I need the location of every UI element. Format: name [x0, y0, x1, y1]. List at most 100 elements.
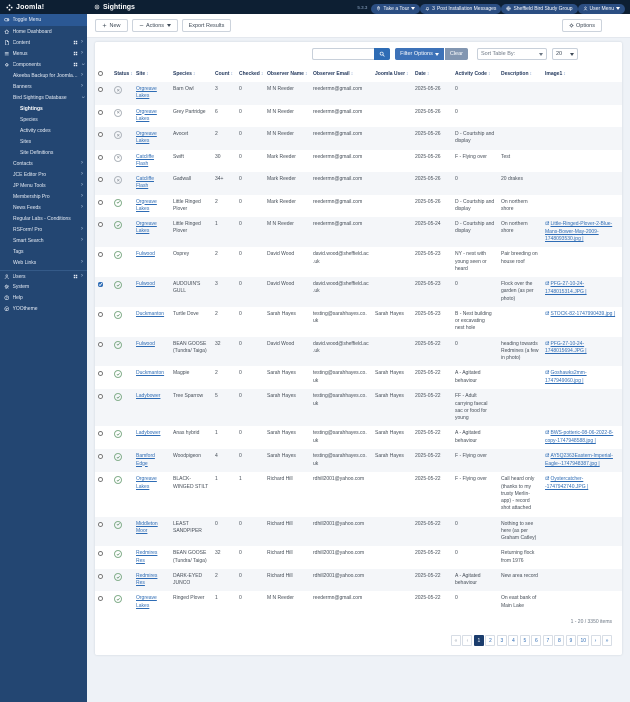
image-link[interactable]: BWS-potteric-08-06-2022-8-copy-174794858…: [545, 430, 613, 444]
options-button[interactable]: Options: [562, 19, 602, 32]
image-link[interactable]: PFG-27-10-24-1748015694.JPG |: [545, 341, 587, 355]
row-checkbox[interactable]: [98, 596, 103, 601]
column-header-joomla-user[interactable]: Joomla User↕: [372, 66, 412, 82]
sidebar-item-rsform-pro[interactable]: RSForm! Pro›: [0, 224, 87, 235]
select-all-checkbox[interactable]: [98, 71, 103, 76]
row-checkbox[interactable]: [98, 477, 103, 482]
sidebar-item-contacts[interactable]: Contacts›: [0, 158, 87, 169]
row-checkbox[interactable]: [98, 110, 103, 115]
image-link[interactable]: STOCK-82-1747990439.jpg |: [545, 311, 615, 317]
row-checkbox[interactable]: [98, 282, 103, 287]
status-published-icon[interactable]: [114, 221, 122, 229]
row-checkbox[interactable]: [98, 342, 103, 347]
site-link[interactable]: Orgreave Lakes: [136, 199, 157, 212]
page-button-4[interactable]: 4: [508, 635, 518, 646]
filter-options-button[interactable]: Filter Options: [395, 48, 444, 60]
site-link[interactable]: Orgreave Lakes: [136, 476, 157, 489]
take-a-tour-pill[interactable]: Take a Tour: [371, 4, 420, 14]
row-checkbox[interactable]: [98, 312, 103, 317]
status-published-icon[interactable]: [114, 453, 122, 461]
image-link[interactable]: AY5Q2363Eastern-Imperial-Eagle--17479483…: [545, 453, 613, 467]
image-link[interactable]: Goshawks2mm-1747949060.jpg |: [545, 370, 587, 384]
sidebar-item-smart-search[interactable]: Smart Search›: [0, 235, 87, 246]
site-link[interactable]: Bamford Edge: [136, 453, 155, 466]
row-checkbox[interactable]: [98, 574, 103, 579]
row-checkbox[interactable]: [98, 200, 103, 205]
row-checkbox[interactable]: [98, 394, 103, 399]
image-link[interactable]: Oystercatcher--1747942740.JPG |: [545, 476, 588, 490]
page-size-select[interactable]: 20: [552, 48, 578, 60]
sidebar-item-menus[interactable]: Menus›: [0, 48, 87, 59]
status-published-icon[interactable]: [114, 281, 122, 289]
column-header-observer-name[interactable]: Observer Name↕: [264, 66, 310, 82]
column-header-species[interactable]: Species↕: [170, 66, 212, 82]
sidebar-item-jp-menu-tools[interactable]: JP Menu Tools›: [0, 180, 87, 191]
sidebar-item-news-feeds[interactable]: News Feeds›: [0, 202, 87, 213]
page-button-5[interactable]: 5: [520, 635, 530, 646]
column-header-status[interactable]: Status↕: [111, 66, 133, 82]
sidebar-item-tags[interactable]: Tags: [0, 246, 87, 257]
column-header-observer-email[interactable]: Observer Email↕: [310, 66, 372, 82]
site-link[interactable]: Redmires Res: [136, 573, 157, 586]
joomla-logo[interactable]: Joomla!: [0, 4, 87, 11]
status-published-icon[interactable]: [114, 573, 122, 581]
sidebar-item-banners[interactable]: Banners›: [0, 81, 87, 92]
site-link[interactable]: Catcliffe Flash: [136, 176, 154, 189]
sidebar-item-akeeba-backup-for-joomla[interactable]: Akeeba Backup for Joomla!™›: [0, 70, 87, 81]
row-checkbox[interactable]: [98, 431, 103, 436]
page-button-9[interactable]: 9: [566, 635, 576, 646]
site-link[interactable]: Redmires Res: [136, 550, 157, 563]
sidebar-item-help[interactable]: Help: [0, 292, 87, 303]
image-link[interactable]: PFG-27-10-24-1748015314.JPG |: [545, 281, 587, 295]
status-unpublished-icon[interactable]: [114, 154, 122, 162]
column-header-site[interactable]: Site↕: [133, 66, 170, 82]
status-published-icon[interactable]: [114, 430, 122, 438]
export-results-button[interactable]: Export Results: [182, 19, 232, 32]
clear-button[interactable]: Clear: [445, 48, 468, 60]
column-header-checked[interactable]: Checked↕: [236, 66, 264, 82]
row-checkbox[interactable]: [98, 222, 103, 227]
site-link[interactable]: Ladybower: [136, 430, 160, 436]
site-link[interactable]: Duckmanton: [136, 370, 164, 376]
site-link[interactable]: Fulwood: [136, 251, 155, 257]
status-unpublished-icon[interactable]: [114, 109, 122, 117]
row-checkbox[interactable]: [98, 454, 103, 459]
sidebar-item-yootheme[interactable]: YOOtheme: [0, 303, 87, 314]
sidebar-item-membership-pro[interactable]: Membership Pro›: [0, 191, 87, 202]
sidebar-item-bird-sightings-database[interactable]: Bird Sightings Database›: [0, 92, 87, 103]
status-unpublished-icon[interactable]: [114, 86, 122, 94]
status-published-icon[interactable]: [114, 595, 122, 603]
row-checkbox[interactable]: [98, 132, 103, 137]
post-installation-messages-pill[interactable]: 3Post Installation Messages: [420, 4, 501, 14]
actions-button[interactable]: Actions: [132, 19, 178, 32]
status-published-icon[interactable]: [114, 311, 122, 319]
next-page-button[interactable]: ›: [591, 635, 601, 646]
user-menu-pill[interactable]: User Menu: [578, 4, 625, 14]
site-link[interactable]: Fulwood: [136, 281, 155, 287]
sidebar-item-activity-codes[interactable]: Activity codes: [0, 125, 87, 136]
search-input[interactable]: [312, 48, 374, 60]
status-published-icon[interactable]: [114, 251, 122, 259]
site-link[interactable]: Fulwood: [136, 341, 155, 347]
page-button-10[interactable]: 10: [577, 635, 589, 646]
new-button[interactable]: New: [95, 19, 128, 32]
sidebar-item-home-dashboard[interactable]: Home Dashboard: [0, 26, 87, 37]
sidebar-item-site-definitions[interactable]: Site Definitions: [0, 147, 87, 158]
sheffield-bird-study-group-pill[interactable]: Sheffield Bird Study Group: [501, 4, 577, 14]
image-link[interactable]: Little-Ringed-Plover-2-Blue-Mans-Bower-M…: [545, 221, 612, 242]
status-published-icon[interactable]: [114, 550, 122, 558]
site-link[interactable]: Orgreave Lakes: [136, 595, 157, 608]
site-link[interactable]: Orgreave Lakes: [136, 86, 157, 99]
row-checkbox[interactable]: [98, 522, 103, 527]
row-checkbox[interactable]: [98, 371, 103, 376]
site-link[interactable]: Orgreave Lakes: [136, 221, 157, 234]
row-checkbox[interactable]: [98, 252, 103, 257]
page-button-1[interactable]: 1: [474, 635, 484, 646]
sidebar-item-web-links[interactable]: Web Links›: [0, 257, 87, 268]
page-button-6[interactable]: 6: [531, 635, 541, 646]
column-header-date[interactable]: Date↕: [412, 66, 452, 82]
sidebar-item-system[interactable]: System: [0, 281, 87, 292]
site-link[interactable]: Duckmanton: [136, 311, 164, 317]
status-unpublished-icon[interactable]: [114, 176, 122, 184]
sidebar-item-species[interactable]: Species: [0, 114, 87, 125]
